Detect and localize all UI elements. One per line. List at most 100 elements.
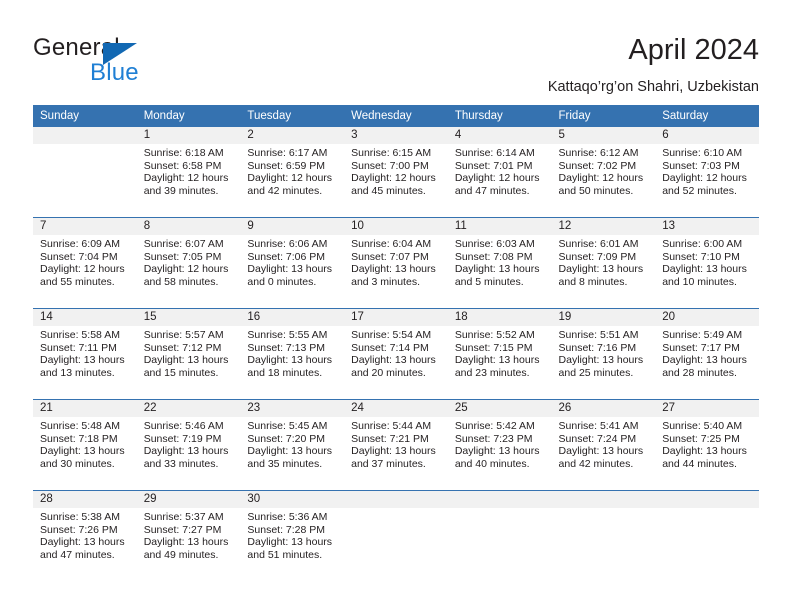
day-number: 1 xyxy=(136,127,241,144)
sunrise-time: Sunrise: 5:46 AM xyxy=(143,420,224,432)
sunrise-time: Sunrise: 6:14 AM xyxy=(454,147,535,159)
calendar-day-cell[interactable]: 29 Sunrise: 5:37 AM Sunset: 7:27 PM Dayligh… xyxy=(136,490,241,581)
weekday-header-thursday: Thursday xyxy=(447,105,552,127)
calendar-day-cell[interactable]: 4 Sunrise: 6:14 AM Sunset: 7:01 PM Daylight… xyxy=(447,127,552,218)
sunset-time: Sunset: 7:27 PM xyxy=(143,523,222,536)
day-cell-content: 7 Sunrise: 6:09 AM Sunset: 7:04 PM Daylight… xyxy=(33,218,137,308)
calendar-day-cell[interactable]: 24 Sunrise: 5:44 AM Sunset: 7:21 PM Dayligh… xyxy=(344,399,448,491)
sunrise-time: Sunrise: 5:55 AM xyxy=(247,329,328,341)
day-details: Sunrise: 5:44 AM Sunset: 7:21 PM Daylight:… xyxy=(344,417,448,470)
sunset-time: Sunset: 7:07 PM xyxy=(351,250,429,263)
daylight-duration-line2: and 15 minutes. xyxy=(143,366,219,379)
calendar-day-cell[interactable]: 21 Sunrise: 5:48 AM Sunset: 7:18 PM Dayligh… xyxy=(33,399,137,491)
calendar-day-cell[interactable]: 5 Sunrise: 6:12 AM Sunset: 7:02 PM Daylight… xyxy=(551,127,656,218)
calendar-day-cell[interactable]: 27 Sunrise: 5:40 AM Sunset: 7:25 PM Dayligh… xyxy=(655,399,759,491)
calendar-day-cell[interactable]: 19 Sunrise: 5:51 AM Sunset: 7:16 PM Dayligh… xyxy=(551,308,656,400)
daylight-duration-line1: Daylight: 13 hours xyxy=(662,354,747,367)
day-number: 15 xyxy=(136,309,241,326)
calendar-day-cell[interactable]: 22 Sunrise: 5:46 AM Sunset: 7:19 PM Dayligh… xyxy=(136,399,241,491)
sunset-time: Sunset: 7:17 PM xyxy=(662,341,740,354)
daylight-duration-line1: Daylight: 13 hours xyxy=(143,536,229,549)
daylight-duration-line2: and 58 minutes. xyxy=(143,275,219,288)
day-number: 23 xyxy=(240,400,345,417)
calendar-day-cell[interactable]: 23 Sunrise: 5:45 AM Sunset: 7:20 PM Dayligh… xyxy=(240,399,345,491)
calendar-day-cell[interactable]: 7 Sunrise: 6:09 AM Sunset: 7:04 PM Daylight… xyxy=(33,217,137,309)
day-cell-content xyxy=(344,491,448,581)
daylight-duration-line2: and 10 minutes. xyxy=(662,275,737,288)
general-blue-logo[interactable]: General Blue xyxy=(33,34,233,86)
calendar-day-cell[interactable]: 11 Sunrise: 6:03 AM Sunset: 7:08 PM Dayligh… xyxy=(447,217,552,309)
day-number xyxy=(344,491,448,508)
day-number: 11 xyxy=(447,218,552,235)
day-cell-content: 14 Sunrise: 5:58 AM Sunset: 7:11 PM Dayligh… xyxy=(33,309,137,399)
calendar-day-cell[interactable]: 8 Sunrise: 6:07 AM Sunset: 7:05 PM Daylight… xyxy=(136,217,241,309)
day-details: Sunrise: 6:07 AM Sunset: 7:05 PM Daylight:… xyxy=(137,235,241,288)
day-cell-content: 1 Sunrise: 6:18 AM Sunset: 6:58 PM Daylight… xyxy=(136,127,241,217)
calendar-day-cell[interactable]: 9 Sunrise: 6:06 AM Sunset: 7:06 PM Daylight… xyxy=(240,217,345,309)
day-cell-content xyxy=(655,491,759,581)
day-number: 17 xyxy=(344,309,448,326)
calendar-day-cell[interactable]: 30 Sunrise: 5:36 AM Sunset: 7:28 PM Dayligh… xyxy=(240,490,345,581)
daylight-duration-line2: and 28 minutes. xyxy=(662,366,737,379)
day-number: 3 xyxy=(344,127,448,144)
day-cell-content: 22 Sunrise: 5:46 AM Sunset: 7:19 PM Dayligh… xyxy=(136,400,241,490)
day-details: Sunrise: 6:00 AM Sunset: 7:10 PM Daylight:… xyxy=(655,235,759,288)
calendar-day-cell[interactable]: 18 Sunrise: 5:52 AM Sunset: 7:15 PM Dayligh… xyxy=(447,308,552,400)
calendar-day-cell[interactable]: 15 Sunrise: 5:57 AM Sunset: 7:12 PM Dayligh… xyxy=(136,308,241,400)
calendar-week-row: 7 Sunrise: 6:09 AM Sunset: 7:04 PM Daylight… xyxy=(33,217,759,309)
calendar-day-cell[interactable]: 16 Sunrise: 5:55 AM Sunset: 7:13 PM Dayligh… xyxy=(240,308,345,400)
daylight-duration-line1: Daylight: 13 hours xyxy=(247,445,333,458)
day-cell-content: 15 Sunrise: 5:57 AM Sunset: 7:12 PM Dayligh… xyxy=(136,309,241,399)
day-cell-content: 30 Sunrise: 5:36 AM Sunset: 7:28 PM Dayligh… xyxy=(240,491,345,581)
daylight-duration-line2: and 8 minutes. xyxy=(558,275,628,288)
day-number: 27 xyxy=(655,400,759,417)
day-details: Sunrise: 6:12 AM Sunset: 7:02 PM Daylight:… xyxy=(552,144,656,197)
calendar-day-cell[interactable]: 1 Sunrise: 6:18 AM Sunset: 6:58 PM Daylight… xyxy=(136,127,241,218)
day-number: 6 xyxy=(655,127,759,144)
day-details: Sunrise: 5:45 AM Sunset: 7:20 PM Daylight:… xyxy=(240,417,344,470)
day-details: Sunrise: 6:14 AM Sunset: 7:01 PM Daylight:… xyxy=(448,144,552,197)
day-cell-content: 19 Sunrise: 5:51 AM Sunset: 7:16 PM Dayligh… xyxy=(551,309,656,399)
day-number: 2 xyxy=(240,127,345,144)
day-cell-content: 25 Sunrise: 5:42 AM Sunset: 7:23 PM Dayligh… xyxy=(447,400,552,490)
calendar-day-cell[interactable]: 26 Sunrise: 5:41 AM Sunset: 7:24 PM Dayligh… xyxy=(551,399,656,491)
sunrise-time: Sunrise: 6:15 AM xyxy=(351,147,432,159)
daylight-duration-line2: and 39 minutes. xyxy=(143,184,219,197)
calendar-day-cell[interactable]: 3 Sunrise: 6:15 AM Sunset: 7:00 PM Daylight… xyxy=(344,127,448,218)
daylight-duration-line1: Daylight: 13 hours xyxy=(143,445,229,458)
daylight-duration-line2: and 18 minutes. xyxy=(247,366,323,379)
daylight-duration-line2: and 3 minutes. xyxy=(351,275,420,288)
daylight-duration-line1: Daylight: 12 hours xyxy=(143,263,229,276)
sunset-time: Sunset: 7:04 PM xyxy=(40,250,118,263)
day-cell-content: 27 Sunrise: 5:40 AM Sunset: 7:25 PM Dayligh… xyxy=(655,400,759,490)
sunrise-time: Sunrise: 5:48 AM xyxy=(40,420,120,432)
day-number: 14 xyxy=(33,309,137,326)
calendar-day-cell[interactable]: 17 Sunrise: 5:54 AM Sunset: 7:14 PM Dayligh… xyxy=(344,308,448,400)
day-number: 22 xyxy=(136,400,241,417)
calendar-day-cell[interactable]: 25 Sunrise: 5:42 AM Sunset: 7:23 PM Dayligh… xyxy=(447,399,552,491)
day-details: Sunrise: 5:38 AM Sunset: 7:26 PM Daylight:… xyxy=(33,508,137,561)
sunrise-time: Sunrise: 6:06 AM xyxy=(247,238,328,250)
daylight-duration-line1: Daylight: 13 hours xyxy=(351,263,436,276)
day-cell-content: 10 Sunrise: 6:04 AM Sunset: 7:07 PM Dayligh… xyxy=(344,218,448,308)
calendar-day-cell[interactable]: 13 Sunrise: 6:00 AM Sunset: 7:10 PM Dayligh… xyxy=(655,217,759,309)
daylight-duration-line2: and 37 minutes. xyxy=(351,457,426,470)
daylight-duration-line1: Daylight: 12 hours xyxy=(558,172,644,185)
calendar-day-cell[interactable]: 12 Sunrise: 6:01 AM Sunset: 7:09 PM Dayligh… xyxy=(551,217,656,309)
day-details: Sunrise: 5:52 AM Sunset: 7:15 PM Daylight:… xyxy=(448,326,552,379)
calendar-day-cell[interactable]: 2 Sunrise: 6:17 AM Sunset: 6:59 PM Daylight… xyxy=(240,127,345,218)
calendar-day-cell[interactable]: 28 Sunrise: 5:38 AM Sunset: 7:26 PM Dayligh… xyxy=(33,490,137,581)
calendar-day-cell[interactable]: 14 Sunrise: 5:58 AM Sunset: 7:11 PM Dayligh… xyxy=(33,308,137,400)
daylight-duration-line1: Daylight: 12 hours xyxy=(454,172,540,185)
day-number: 30 xyxy=(240,491,345,508)
day-details: Sunrise: 5:40 AM Sunset: 7:25 PM Daylight:… xyxy=(655,417,759,470)
calendar-day-cell[interactable]: 10 Sunrise: 6:04 AM Sunset: 7:07 PM Dayligh… xyxy=(344,217,448,309)
day-cell-content: 16 Sunrise: 5:55 AM Sunset: 7:13 PM Dayligh… xyxy=(240,309,345,399)
sunrise-time: Sunrise: 6:09 AM xyxy=(40,238,120,250)
calendar-day-cell[interactable]: 20 Sunrise: 5:49 AM Sunset: 7:17 PM Dayligh… xyxy=(655,308,759,400)
calendar-day-cell-empty xyxy=(655,490,759,581)
day-number: 5 xyxy=(551,127,656,144)
sunset-time: Sunset: 7:06 PM xyxy=(247,250,326,263)
calendar-day-cell[interactable]: 6 Sunrise: 6:10 AM Sunset: 7:03 PM Daylight… xyxy=(655,127,759,218)
day-details: Sunrise: 6:06 AM Sunset: 7:06 PM Daylight:… xyxy=(240,235,344,288)
